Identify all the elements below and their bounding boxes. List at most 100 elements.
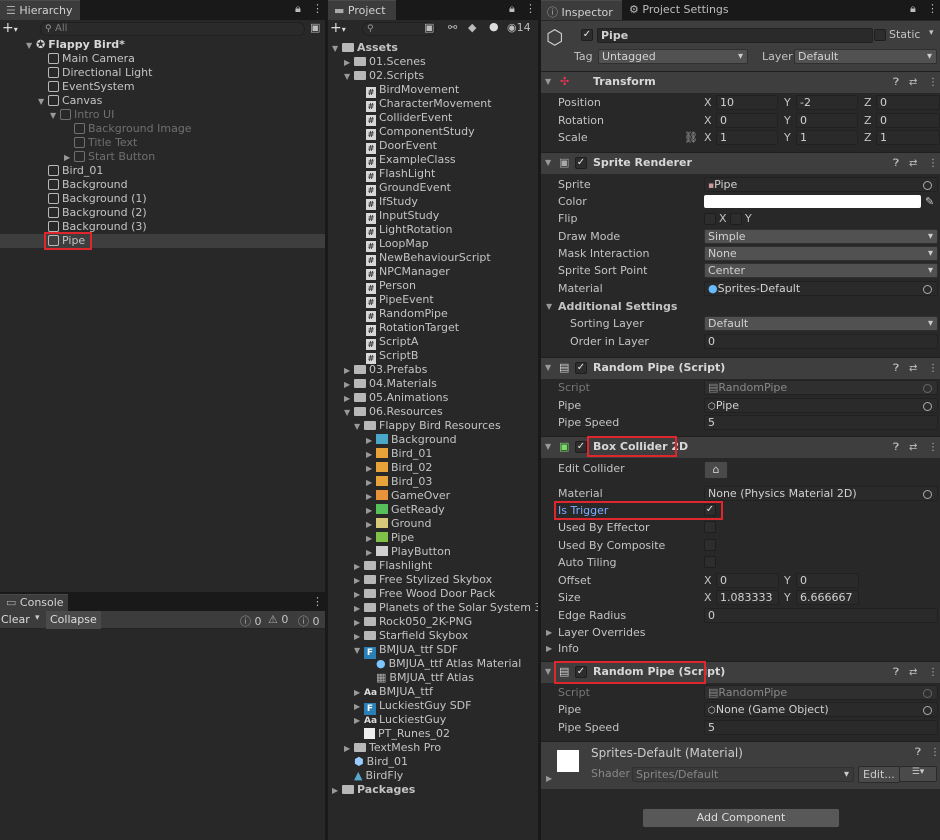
project-item[interactable]: # PipeEvent (366, 293, 434, 308)
transform-header[interactable]: ▼ ✣ Transform ❓︎ ⇄ ⋮ (541, 71, 940, 93)
static-dropdown-icon[interactable]: ▾ (929, 28, 934, 38)
project-item[interactable]: # ExampleClass (366, 153, 456, 168)
expand-arrow-icon[interactable]: ▶ (354, 574, 364, 588)
draw-mode-dropdown[interactable]: Simple (704, 229, 938, 244)
filter-icon[interactable]: ▣ (310, 21, 320, 34)
preset-icon[interactable]: ⇄ (909, 73, 917, 93)
project-item[interactable]: # BirdMovement (366, 83, 459, 98)
label-icon[interactable]: ◆ (468, 21, 476, 34)
project-item[interactable]: # ScriptB (366, 349, 418, 364)
hierarchy-item[interactable]: Title Text (74, 136, 137, 150)
scene-row[interactable]: ▼ ✪ Flappy Bird* (26, 38, 125, 52)
object-name-field[interactable]: Pipe (597, 28, 873, 43)
random-pipe-header[interactable]: ▼ ▤ ✓ Random Pipe (Script) ❓︎ ⇄ ⋮ (541, 357, 940, 379)
expand-arrow-icon[interactable]: ▶ (366, 434, 376, 448)
hierarchy-item[interactable]: Background (2) (48, 206, 147, 220)
position-y-field[interactable]: -2 (796, 95, 858, 110)
hierarchy-item[interactable]: ▶ Start Button (64, 150, 155, 164)
static-checkbox[interactable] (874, 29, 886, 41)
tab-hierarchy[interactable]: ☰ Hierarchy (0, 0, 80, 20)
project-item[interactable]: ▶ Pipe (366, 531, 414, 545)
project-item[interactable]: # GroundEvent (366, 181, 451, 196)
project-item[interactable]: # InputStudy (366, 209, 439, 224)
project-item[interactable]: # ColliderEvent (366, 111, 452, 126)
used-by-composite-checkbox[interactable] (704, 539, 716, 551)
expand-arrow-icon[interactable]: ▶ (354, 686, 364, 700)
project-item[interactable]: ▶ PlayButton (366, 545, 451, 559)
hierarchy-item[interactable]: Background (48, 178, 128, 192)
expand-arrow-icon[interactable]: ▼ (38, 95, 48, 109)
expand-arrow-icon[interactable]: ▶ (354, 588, 364, 602)
expand-arrow-icon[interactable]: ▼ (545, 153, 551, 173)
expand-arrow-icon[interactable]: ▶ (366, 532, 376, 546)
pipe-field[interactable]: ⬡None (Game Object) (704, 702, 938, 717)
help-icon[interactable]: ❓︎ (893, 73, 899, 93)
project-item[interactable]: ● BMJUA_ttf Atlas Material (376, 657, 521, 671)
error-filter-icon[interactable]: ● (489, 20, 499, 33)
more-icon[interactable]: ⋮ (928, 663, 938, 683)
project-item[interactable]: ▲ BirdFly (354, 769, 403, 783)
pipe-speed-field[interactable]: 5 (704, 720, 938, 735)
hidden-packages-icon[interactable]: ◉14 (507, 21, 531, 34)
offset-y-field[interactable]: 0 (796, 573, 859, 588)
expand-arrow-icon[interactable]: ▶ (366, 448, 376, 462)
expand-arrow-icon[interactable]: ▶ (546, 774, 552, 783)
project-item[interactable]: ▶ Flashlight (354, 559, 432, 573)
expand-arrow-icon[interactable]: ▶ (344, 364, 354, 378)
project-item[interactable]: ▦ BMJUA_ttf Atlas (376, 671, 474, 685)
used-by-effector-checkbox[interactable] (704, 521, 716, 533)
enabled-checkbox[interactable]: ✓ (575, 441, 587, 453)
color-swatch[interactable] (704, 195, 921, 208)
preset-icon[interactable]: ⇄ (909, 359, 917, 379)
project-item[interactable]: # ComponentStudy (366, 125, 475, 140)
expand-arrow-icon[interactable]: ▶ (354, 602, 364, 616)
expand-arrow-icon[interactable]: ▶ (546, 640, 552, 657)
project-item[interactable]: ▼ Flappy Bird Resources (354, 419, 501, 433)
info-row[interactable]: ▶ Info (541, 640, 940, 657)
project-item[interactable]: # NewBehaviourScript (366, 251, 491, 266)
warning-count[interactable]: ⚠ 0 (268, 613, 288, 626)
project-item[interactable]: ▶ GameOver (366, 489, 450, 503)
project-item[interactable]: ▶ F LuckiestGuy SDF (354, 699, 471, 715)
clear-dropdown-icon[interactable]: ▾ (35, 613, 40, 623)
additional-settings-row[interactable]: ▼ Additional Settings (541, 298, 940, 315)
layer-dropdown[interactable]: Default (794, 49, 937, 64)
project-item[interactable]: ▶ Starfield Skybox (354, 629, 468, 643)
size-y-field[interactable]: 6.666667 (796, 590, 859, 605)
error-count[interactable]: ⓘ 0 (298, 613, 320, 629)
project-item[interactable]: ▶ Aa BMJUA_ttf (354, 685, 433, 699)
preset-icon[interactable]: ⇄ (909, 154, 917, 174)
hierarchy-item[interactable]: EventSystem (48, 80, 135, 94)
material-field[interactable]: ●Sprites-Default (704, 281, 938, 296)
tab-project[interactable]: ▬ Project (328, 0, 396, 20)
add-component-button[interactable]: Add Component (642, 808, 840, 828)
hierarchy-item[interactable]: Background (1) (48, 192, 147, 206)
hierarchy-item[interactable]: ▼ Intro UI (50, 108, 114, 122)
pipe-field[interactable]: ⬡Pipe (704, 398, 938, 413)
offset-x-field[interactable]: 0 (716, 573, 779, 588)
layer-overrides-row[interactable]: ▶ Layer Overrides (541, 624, 940, 641)
search-by-type-icon[interactable]: ▣ (424, 21, 434, 34)
lock-icon[interactable]: 🔒︎ (509, 2, 515, 16)
expand-arrow-icon[interactable]: ▶ (64, 151, 74, 165)
sprite-field[interactable]: ▪Pipe (704, 177, 938, 192)
project-item[interactable]: # FlashLight (366, 167, 435, 182)
expand-arrow-icon[interactable]: ▶ (354, 700, 364, 714)
more-icon[interactable]: ⋮ (927, 2, 938, 15)
add-button[interactable]: +▾ (330, 21, 354, 37)
object-picker-icon[interactable] (923, 285, 932, 294)
expand-arrow-icon[interactable]: ▶ (354, 560, 364, 574)
expand-arrow-icon[interactable]: ▶ (366, 462, 376, 476)
scale-z-field[interactable]: 1 (876, 130, 940, 145)
sprite-renderer-header[interactable]: ▼ ▣ ✓ Sprite Renderer ❓︎ ⇄ ⋮ (541, 152, 940, 174)
expand-arrow-icon[interactable]: ▼ (50, 109, 60, 123)
object-picker-icon[interactable] (923, 490, 932, 499)
project-item[interactable]: ▶ GetReady (366, 503, 445, 517)
collider-material-field[interactable]: None (Physics Material 2D) (704, 486, 938, 501)
project-item[interactable]: # LoopMap (366, 237, 429, 252)
flip-y-checkbox[interactable] (730, 213, 742, 225)
project-item[interactable]: # RandomPipe (366, 307, 448, 322)
project-item[interactable]: # IfStudy (366, 195, 418, 210)
expand-arrow-icon[interactable]: ▶ (332, 784, 342, 798)
expand-arrow-icon[interactable]: ▼ (545, 72, 551, 92)
